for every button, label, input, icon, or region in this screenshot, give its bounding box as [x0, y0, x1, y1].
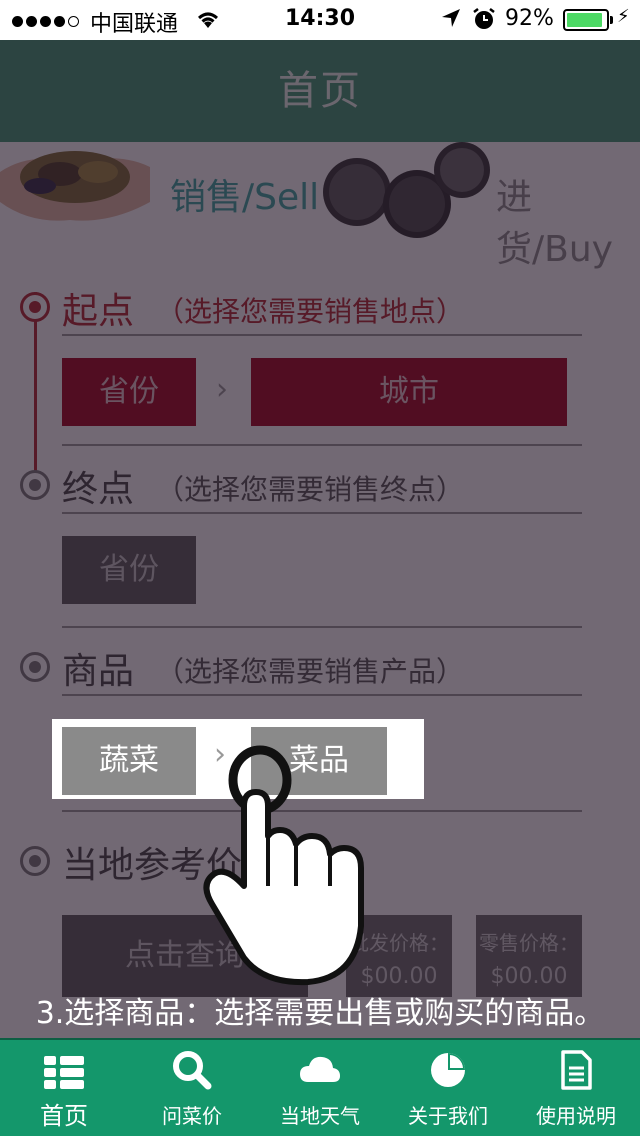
banner: 销售/Sell 进货/Buy: [0, 142, 640, 270]
sell-tab[interactable]: 销售/Sell: [170, 168, 319, 220]
price-step-marker: [20, 846, 50, 876]
divider: [62, 512, 582, 514]
end-title: 终点: [62, 469, 135, 510]
goods-hint: （选择您需要销售产品）: [156, 655, 465, 688]
page-title: 首页: [278, 68, 362, 114]
divider: [62, 334, 582, 336]
tutorial-caption: 3.选择商品：选择需要出售或购买的商品。: [35, 996, 605, 1031]
battery-percentage: 92%: [505, 6, 554, 31]
start-step-marker: [20, 292, 50, 322]
divider: [62, 694, 582, 696]
goods-title: 商品: [62, 651, 135, 692]
tab-home[interactable]: 首页: [0, 1038, 128, 1136]
status-bar: 中国联通 14:30 92% ⚡: [0, 0, 640, 40]
retail-price-label: 零售价格：: [479, 931, 579, 955]
end-section-header: 终点 （选择您需要销售终点）: [20, 460, 582, 520]
retail-price-box: 零售价格： $00.00: [476, 915, 582, 997]
tab-weather-label: 当地天气: [280, 1104, 360, 1128]
divider: [62, 444, 582, 446]
tap-hand-icon: [203, 745, 364, 986]
goods-category-button[interactable]: 蔬菜: [62, 727, 196, 795]
tab-price-query-label: 问菜价: [162, 1104, 222, 1128]
end-step-marker: [20, 470, 50, 500]
tab-instructions[interactable]: 使用说明: [512, 1038, 640, 1136]
start-section-header: 起点 （选择您需要销售地点）: [20, 282, 582, 342]
chevron-right-icon: ›: [216, 372, 228, 407]
start-title: 起点: [62, 291, 135, 332]
divider: [62, 626, 582, 628]
bottom-tab-bar: 首页 问菜价 当地天气 关于我们 使用说明: [0, 1038, 640, 1136]
tab-weather[interactable]: 当地天气: [256, 1038, 384, 1136]
battery-icon: [563, 9, 613, 31]
hands-with-beans-image: [0, 151, 150, 221]
tab-home-label: 首页: [40, 1102, 88, 1130]
location-arrow-icon: [440, 7, 462, 35]
app-header: 首页: [0, 40, 640, 142]
tab-price-query[interactable]: 问菜价: [128, 1038, 256, 1136]
tab-about-us-label: 关于我们: [408, 1104, 488, 1128]
tab-about-us[interactable]: 关于我们: [384, 1038, 512, 1136]
retail-price-value: $00.00: [490, 964, 568, 989]
goods-section-header: 商品 （选择您需要销售产品）: [20, 642, 582, 702]
search-icon: [173, 1051, 212, 1090]
end-province-button[interactable]: 省份: [62, 536, 196, 604]
end-hint: （选择您需要销售终点）: [156, 473, 465, 506]
cloud-icon: [300, 1056, 340, 1082]
document-icon: [561, 1050, 592, 1090]
goods-step-marker: [20, 652, 50, 682]
start-hint: （选择您需要销售地点）: [156, 295, 465, 328]
tab-instructions-label: 使用说明: [536, 1104, 616, 1128]
start-city-button[interactable]: 城市: [251, 358, 567, 426]
buy-tab[interactable]: 进货/Buy: [496, 168, 640, 272]
seed-bowls-image: [323, 142, 490, 238]
pie-chart-icon: [431, 1053, 465, 1087]
list-icon: [44, 1056, 84, 1089]
charging-bolt-icon: ⚡: [617, 6, 630, 27]
start-province-button[interactable]: 省份: [62, 358, 196, 426]
alarm-clock-icon: [472, 7, 496, 37]
